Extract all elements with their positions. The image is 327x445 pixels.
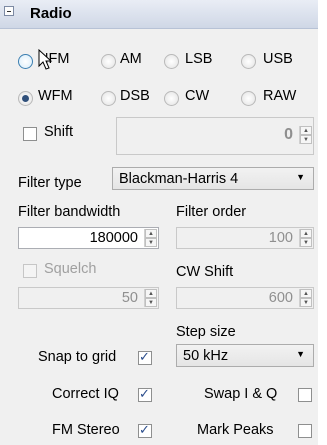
radio-nfm[interactable] (18, 54, 33, 69)
swap-iq-label: Swap I & Q (204, 386, 278, 402)
squelch-down-arrow-icon[interactable]: ▼ (145, 298, 157, 307)
filter-order-input[interactable]: 100 ▲ ▼ (176, 227, 314, 249)
squelch-input[interactable]: 50 ▲ ▼ (18, 287, 159, 309)
order-up-arrow-icon[interactable]: ▲ (300, 229, 312, 238)
snap-to-grid-checkbox[interactable]: ✓ (138, 349, 152, 365)
shift-checkbox[interactable] (23, 127, 37, 141)
filter-type-select[interactable]: Blackman-Harris 4 ▼ (112, 167, 314, 190)
bandwidth-up-arrow-icon[interactable]: ▲ (145, 229, 157, 238)
filter-bandwidth-value: 180000 (89, 230, 138, 246)
check-icon: ✓ (139, 386, 150, 401)
squelch-value: 50 (121, 290, 138, 306)
radio-am[interactable] (101, 54, 116, 69)
snap-to-grid-label: Snap to grid (38, 349, 117, 365)
squelch-checkbox[interactable] (23, 264, 37, 278)
swap-iq-checkbox[interactable] (298, 388, 312, 402)
radio-wfm-label: WFM (38, 88, 73, 104)
filter-order-value: 100 (268, 230, 293, 246)
correct-iq-checkbox[interactable]: ✓ (138, 386, 152, 402)
chevron-down-icon: ▼ (296, 172, 305, 182)
radio-lsb-label: LSB (185, 51, 213, 67)
check-icon: ✓ (139, 422, 150, 437)
correct-iq-label: Correct IQ (52, 386, 119, 402)
filter-bandwidth-input[interactable]: 180000 ▲ ▼ (18, 227, 159, 249)
radio-panel: Radio NFM AM LSB USB WFM DSB CW RAW Shif… (0, 0, 318, 445)
filter-order-label: Filter order (176, 204, 247, 220)
shift-label: Shift (44, 124, 74, 140)
squelch-spinner[interactable]: ▲ ▼ (144, 289, 157, 307)
cw-shift-input[interactable]: 600 ▲ ▼ (176, 287, 314, 309)
radio-raw[interactable] (241, 91, 256, 106)
mark-peaks-label: Mark Peaks (197, 422, 274, 438)
radio-dsb[interactable] (101, 91, 116, 106)
filter-bandwidth-spinner[interactable]: ▲ ▼ (144, 229, 157, 247)
shift-frequency-input[interactable]: 0 ▲ ▼ (116, 117, 314, 155)
filter-type-value: Blackman-Harris 4 (119, 171, 239, 187)
check-icon: ✓ (139, 349, 150, 364)
fm-stereo-checkbox[interactable]: ✓ (138, 422, 152, 438)
cw-down-arrow-icon[interactable]: ▼ (300, 298, 312, 307)
mouse-pointer-icon (38, 49, 53, 70)
shift-down-arrow-icon[interactable]: ▼ (300, 135, 312, 144)
bandwidth-down-arrow-icon[interactable]: ▼ (145, 238, 157, 247)
shift-spinner-arrows[interactable]: ▲ ▼ (299, 126, 312, 144)
cw-shift-value: 600 (268, 290, 293, 306)
radio-usb[interactable] (241, 54, 256, 69)
radio-lsb[interactable] (164, 54, 179, 69)
radio-dsb-label: DSB (120, 88, 150, 104)
panel-header[interactable]: Radio (0, 0, 318, 29)
cw-shift-label: CW Shift (176, 264, 234, 280)
mark-peaks-checkbox[interactable] (298, 424, 312, 438)
shift-value: 0 (284, 126, 293, 143)
step-size-select[interactable]: 50 kHz ▼ (176, 344, 314, 367)
order-down-arrow-icon[interactable]: ▼ (300, 238, 312, 247)
radio-raw-label: RAW (263, 88, 297, 104)
radio-wfm[interactable] (18, 91, 33, 106)
step-size-value: 50 kHz (183, 348, 229, 364)
radio-am-label: AM (120, 51, 142, 67)
filter-type-label: Filter type (18, 175, 82, 191)
chevron-down-icon: ▼ (296, 349, 305, 359)
step-size-label: Step size (176, 324, 236, 340)
fm-stereo-label: FM Stereo (52, 422, 120, 438)
shift-up-arrow-icon[interactable]: ▲ (300, 126, 312, 135)
cw-up-arrow-icon[interactable]: ▲ (300, 289, 312, 298)
squelch-label: Squelch (44, 261, 97, 277)
radio-usb-label: USB (263, 51, 293, 67)
panel-title: Radio (30, 5, 72, 22)
squelch-up-arrow-icon[interactable]: ▲ (145, 289, 157, 298)
radio-cw-label: CW (185, 88, 210, 104)
radio-cw[interactable] (164, 91, 179, 106)
cw-shift-spinner[interactable]: ▲ ▼ (299, 289, 312, 307)
filter-bandwidth-label: Filter bandwidth (18, 204, 121, 220)
collapse-icon[interactable] (4, 6, 14, 16)
filter-order-spinner[interactable]: ▲ ▼ (299, 229, 312, 247)
